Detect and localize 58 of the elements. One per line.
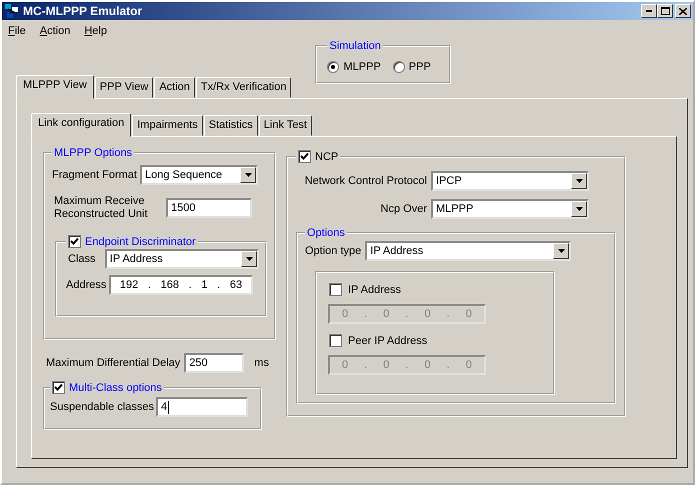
field-label: Option type <box>305 245 362 257</box>
caret-icon <box>558 249 565 253</box>
tab[interactable]: Impairments <box>132 115 203 136</box>
field-label: Fragment Format <box>52 169 138 181</box>
app-icon <box>4 3 20 19</box>
radio-label: PPP <box>408 61 431 73</box>
tab[interactable]: Link Test <box>258 115 312 136</box>
field-label: Class <box>67 253 97 265</box>
minimize-icon <box>646 10 652 12</box>
tab[interactable]: Link configuration <box>31 113 132 137</box>
dropdown[interactable]: MLPPP <box>431 199 589 219</box>
dropdown[interactable]: IP Address <box>104 249 259 269</box>
tab[interactable]: MLPPP View <box>16 75 94 99</box>
menu-item[interactable]: Help <box>84 24 107 36</box>
menu-item[interactable]: File <box>8 24 26 36</box>
checkbox-label: Peer IP Address <box>348 334 428 346</box>
window-title: MC-MLPPP Emulator <box>23 4 144 18</box>
field-label: Network Control Protocol <box>304 175 427 187</box>
caret-icon <box>576 207 582 211</box>
caret-icon <box>246 257 252 261</box>
checkbox[interactable] <box>52 381 65 394</box>
radio-label: MLPPP <box>343 61 381 73</box>
menu-item[interactable]: Action <box>40 24 70 36</box>
close-icon <box>679 8 687 14</box>
dropdown[interactable]: IP Address <box>365 241 572 261</box>
radio-button[interactable] <box>327 61 340 73</box>
input-field[interactable]: 250 <box>184 353 244 373</box>
group-title: Endpoint Discriminator <box>85 236 196 248</box>
dropdown[interactable]: Long Sequence <box>140 165 258 185</box>
radio-button[interactable] <box>392 61 405 73</box>
field-label: Suspendable classes <box>50 401 154 413</box>
caret-icon <box>576 179 582 183</box>
maximize-icon <box>660 7 670 15</box>
dropdown[interactable]: IPCP <box>431 171 589 191</box>
minimize-button[interactable] <box>641 4 657 18</box>
maximize-button[interactable] <box>657 4 673 18</box>
checkbox[interactable] <box>68 235 81 248</box>
field-label: Address <box>66 279 108 291</box>
input-field[interactable]: 1500 <box>166 198 252 218</box>
tab[interactable]: PPP View <box>94 77 154 98</box>
caret-icon <box>244 173 252 177</box>
input-field[interactable]: 4 <box>156 397 248 417</box>
tab[interactable]: Tx/Rx Verification <box>196 77 292 98</box>
tab[interactable]: Action <box>154 77 195 98</box>
group-title: Multi-Class options <box>69 382 162 394</box>
ip-address-field[interactable]: 192 . 168 . 1 . 63 <box>109 275 253 295</box>
tab[interactable]: Statistics <box>204 115 258 136</box>
group-title: NCP <box>315 150 338 162</box>
checkbox[interactable] <box>298 150 311 163</box>
field-label: Maximum Receive Reconstructed Unit <box>54 195 149 221</box>
field-label: Maximum Differential Delay <box>46 357 180 369</box>
checkbox-label: IP Address <box>348 284 401 296</box>
field-label: Ncp Over <box>380 203 427 215</box>
close-button[interactable] <box>675 4 691 18</box>
group-title: Simulation <box>328 40 382 52</box>
unit-label: ms <box>254 357 269 369</box>
group-title: Options <box>306 227 346 239</box>
group-title: MLPPP Options <box>53 147 134 159</box>
